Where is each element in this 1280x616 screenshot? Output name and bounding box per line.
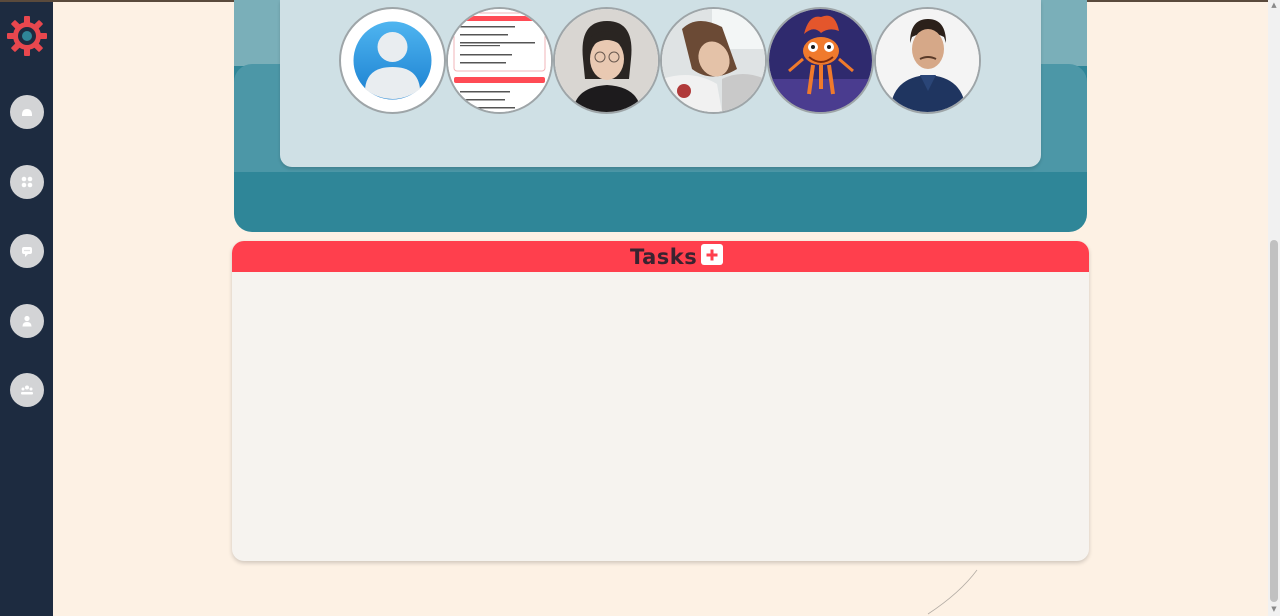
scroll-up-arrow-icon[interactable]: ▲ (1270, 2, 1278, 9)
tasks-header: Tasks (232, 241, 1089, 272)
add-task-button[interactable] (701, 244, 723, 265)
screenshot-avatar-image (448, 9, 551, 112)
member-avatar[interactable] (660, 7, 767, 114)
team-members-area (280, 0, 1041, 167)
member-avatar[interactable] (553, 7, 660, 114)
team-panel (234, 0, 1087, 232)
team-icon (21, 385, 33, 395)
tasks-list-area (232, 272, 1089, 561)
tasks-title: Tasks (630, 245, 698, 269)
grid-icon (21, 176, 33, 188)
member-avatar[interactable] (767, 7, 874, 114)
default-user-avatar-icon (353, 21, 432, 100)
member-photo-image (876, 9, 979, 112)
scroll-thumb[interactable] (1270, 240, 1278, 602)
cartoon-avatar-image (769, 9, 872, 112)
nav-chat-button[interactable] (10, 234, 44, 268)
tasks-card: Tasks (232, 241, 1089, 561)
member-avatar[interactable] (874, 7, 981, 114)
user-icon (22, 315, 32, 327)
gear-logo-icon[interactable] (6, 15, 48, 57)
member-photo-image (662, 9, 765, 112)
scroll-down-arrow-icon[interactable]: ▼ (1270, 606, 1278, 613)
sidebar (0, 2, 53, 616)
member-avatar[interactable] (339, 7, 446, 114)
nav-team-button[interactable] (10, 373, 44, 407)
nav-home-button[interactable] (10, 95, 44, 129)
chat-icon (22, 247, 32, 257)
decorative-curve (927, 569, 978, 615)
plus-icon (706, 249, 718, 260)
page-scrollbar[interactable]: ▲ ▼ (1268, 0, 1280, 616)
member-avatar[interactable] (446, 7, 553, 114)
home-icon (22, 109, 32, 116)
member-photo-image (555, 9, 658, 112)
nav-profile-button[interactable] (10, 304, 44, 338)
nav-apps-button[interactable] (10, 165, 44, 199)
